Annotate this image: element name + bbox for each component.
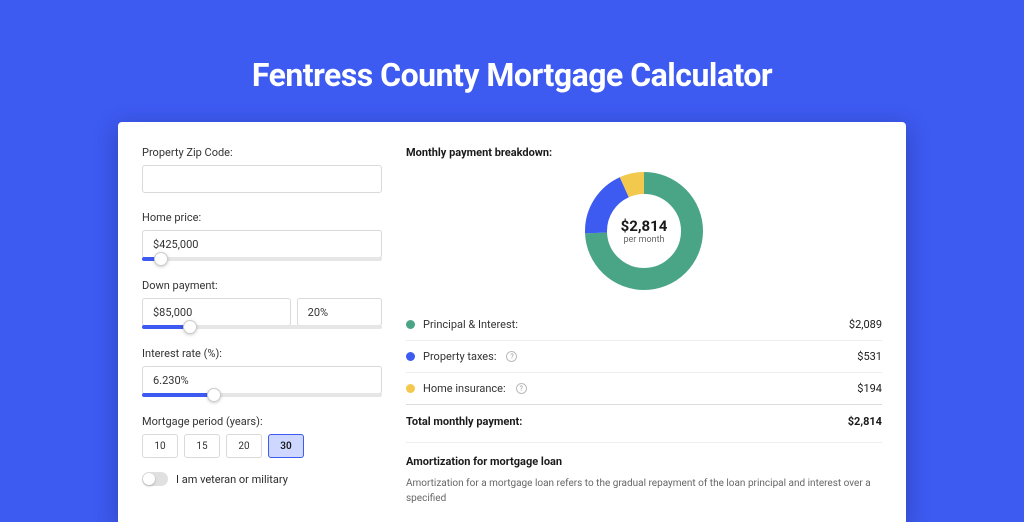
legend-row: Principal & Interest: $2,089 — [406, 309, 882, 341]
down-payment-field: Down payment: — [142, 279, 382, 329]
zip-field: Property Zip Code: — [142, 146, 382, 193]
form-panel: Property Zip Code: Home price: Down paym… — [142, 146, 382, 522]
amortization-section: Amortization for mortgage loan Amortizat… — [406, 442, 882, 506]
breakdown-panel: Monthly payment breakdown: $2,814 per mo… — [406, 146, 882, 522]
calculator-card: Property Zip Code: Home price: Down paym… — [118, 122, 906, 522]
period-field: Mortgage period (years): 10152030 — [142, 415, 382, 458]
info-icon[interactable]: ? — [506, 351, 517, 362]
info-icon[interactable]: ? — [516, 383, 527, 394]
legend-label: Principal & Interest: — [423, 318, 518, 331]
down-payment-label: Down payment: — [142, 279, 382, 292]
legend-value: $531 — [857, 350, 882, 363]
home-price-slider[interactable] — [142, 257, 382, 261]
down-payment-slider-thumb[interactable] — [183, 320, 197, 334]
period-button-10[interactable]: 10 — [142, 434, 178, 458]
interest-rate-slider-thumb[interactable] — [207, 388, 221, 402]
legend-row: Property taxes:? $531 — [406, 341, 882, 373]
veteran-row: I am veteran or military — [142, 472, 382, 486]
breakdown-title: Monthly payment breakdown: — [406, 146, 882, 159]
interest-rate-label: Interest rate (%): — [142, 347, 382, 360]
legend-dot — [406, 320, 415, 329]
total-label: Total monthly payment: — [406, 415, 522, 428]
period-button-15[interactable]: 15 — [184, 434, 220, 458]
home-price-slider-thumb[interactable] — [154, 252, 168, 266]
period-button-30[interactable]: 30 — [268, 434, 304, 458]
period-label: Mortgage period (years): — [142, 415, 382, 428]
legend-row: Home insurance:? $194 — [406, 373, 882, 405]
home-price-label: Home price: — [142, 211, 382, 224]
legend-dot — [406, 352, 415, 361]
home-price-input[interactable] — [142, 230, 382, 258]
interest-rate-input[interactable] — [142, 366, 382, 394]
legend-label: Property taxes: — [423, 350, 496, 363]
legend-dot — [406, 384, 415, 393]
zip-label: Property Zip Code: — [142, 146, 382, 159]
down-payment-input[interactable] — [142, 298, 291, 326]
interest-rate-slider[interactable] — [142, 393, 382, 397]
zip-input[interactable] — [142, 165, 382, 193]
donut-chart: $2,814 per month — [406, 171, 882, 291]
home-price-field: Home price: — [142, 211, 382, 261]
donut-center-sub: per month — [623, 235, 664, 245]
donut-center-value: $2,814 — [621, 217, 668, 235]
legend-label: Home insurance: — [423, 382, 506, 395]
interest-rate-field: Interest rate (%): — [142, 347, 382, 397]
legend-value: $194 — [857, 382, 882, 395]
veteran-label: I am veteran or military — [176, 473, 288, 486]
amortization-text: Amortization for a mortgage loan refers … — [406, 476, 882, 506]
page-title: Fentress County Mortgage Calculator — [0, 56, 1024, 94]
down-payment-slider[interactable] — [142, 325, 382, 329]
amortization-title: Amortization for mortgage loan — [406, 455, 882, 468]
veteran-toggle[interactable] — [142, 472, 168, 486]
period-button-20[interactable]: 20 — [226, 434, 262, 458]
total-value: $2,814 — [848, 415, 882, 428]
total-row: Total monthly payment: $2,814 — [406, 405, 882, 442]
down-payment-pct-input[interactable] — [297, 298, 382, 326]
legend-value: $2,089 — [849, 318, 882, 331]
